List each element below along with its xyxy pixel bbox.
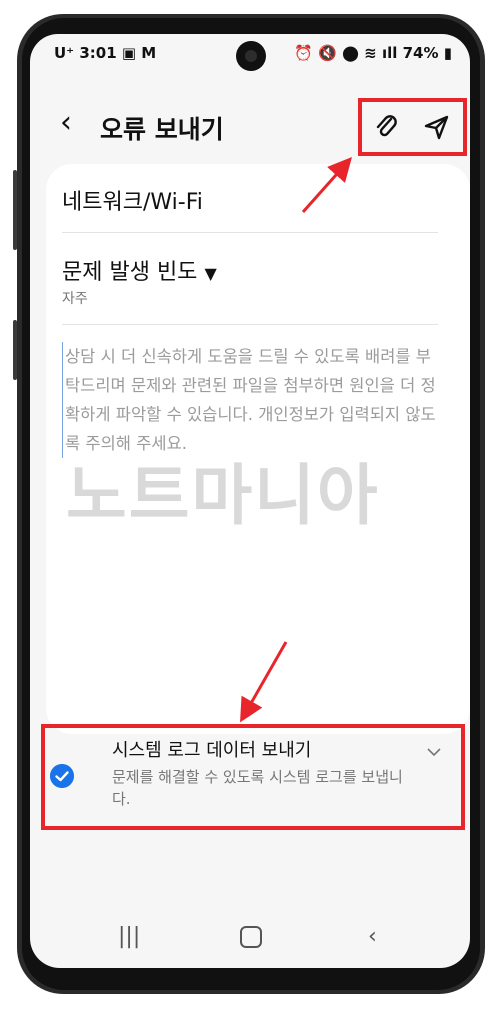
status-bar: U⁺ 3:01 ▣ 𝗠 ⏰ 🔇 ⬤ ≋ ıll 74% ▮ (30, 34, 470, 74)
problem-description-input[interactable]: 상담 시 더 신속하게 도움을 드릴 수 있도록 배려를 부탁드리며 문제와 관… (62, 342, 445, 458)
divider (62, 232, 438, 233)
frequency-label: 문제 발생 빈도 (62, 260, 198, 285)
recent-apps-icon[interactable]: ||| (118, 924, 140, 949)
frequency-value: 자주 (62, 291, 88, 307)
navigation-bar: ||| ‹ (30, 916, 470, 960)
back-button[interactable]: ‹ (60, 108, 72, 138)
battery-icon: ▮ (443, 44, 452, 62)
highlight-box-actions (358, 98, 467, 156)
watermark: 노트마니아 (66, 457, 380, 534)
status-icons: ⏰ 🔇 ⬤ ≋ ıll (294, 44, 403, 62)
back-nav-icon[interactable]: ‹ (368, 924, 377, 949)
divider (62, 324, 438, 325)
clock: 3:01 (79, 44, 117, 62)
status-left: U⁺ 3:01 ▣ 𝗠 (54, 44, 156, 62)
front-camera (236, 41, 266, 71)
category-field[interactable]: 네트워크/Wi-Fi (62, 184, 438, 216)
dropdown-arrow-icon: ▼ (204, 264, 217, 283)
status-right: ⏰ 🔇 ⬤ ≋ ıll 74% ▮ (294, 44, 452, 62)
volume-button (13, 170, 17, 250)
frequency-dropdown[interactable]: 문제 발생 빈도 ▼ (62, 254, 438, 286)
page-title: 오류 보내기 (100, 115, 224, 144)
battery-percent: 74% (402, 44, 439, 62)
notification-icons: ▣ 𝗠 (121, 44, 157, 62)
report-form-card: 네트워크/Wi-Fi 문제 발생 빈도 ▼ 자주 상담 시 더 신속하게 도움을… (46, 164, 470, 734)
home-icon[interactable] (240, 920, 262, 948)
power-button (13, 320, 17, 380)
carrier-label: U⁺ (54, 44, 75, 62)
highlight-box-system-log (41, 724, 465, 830)
